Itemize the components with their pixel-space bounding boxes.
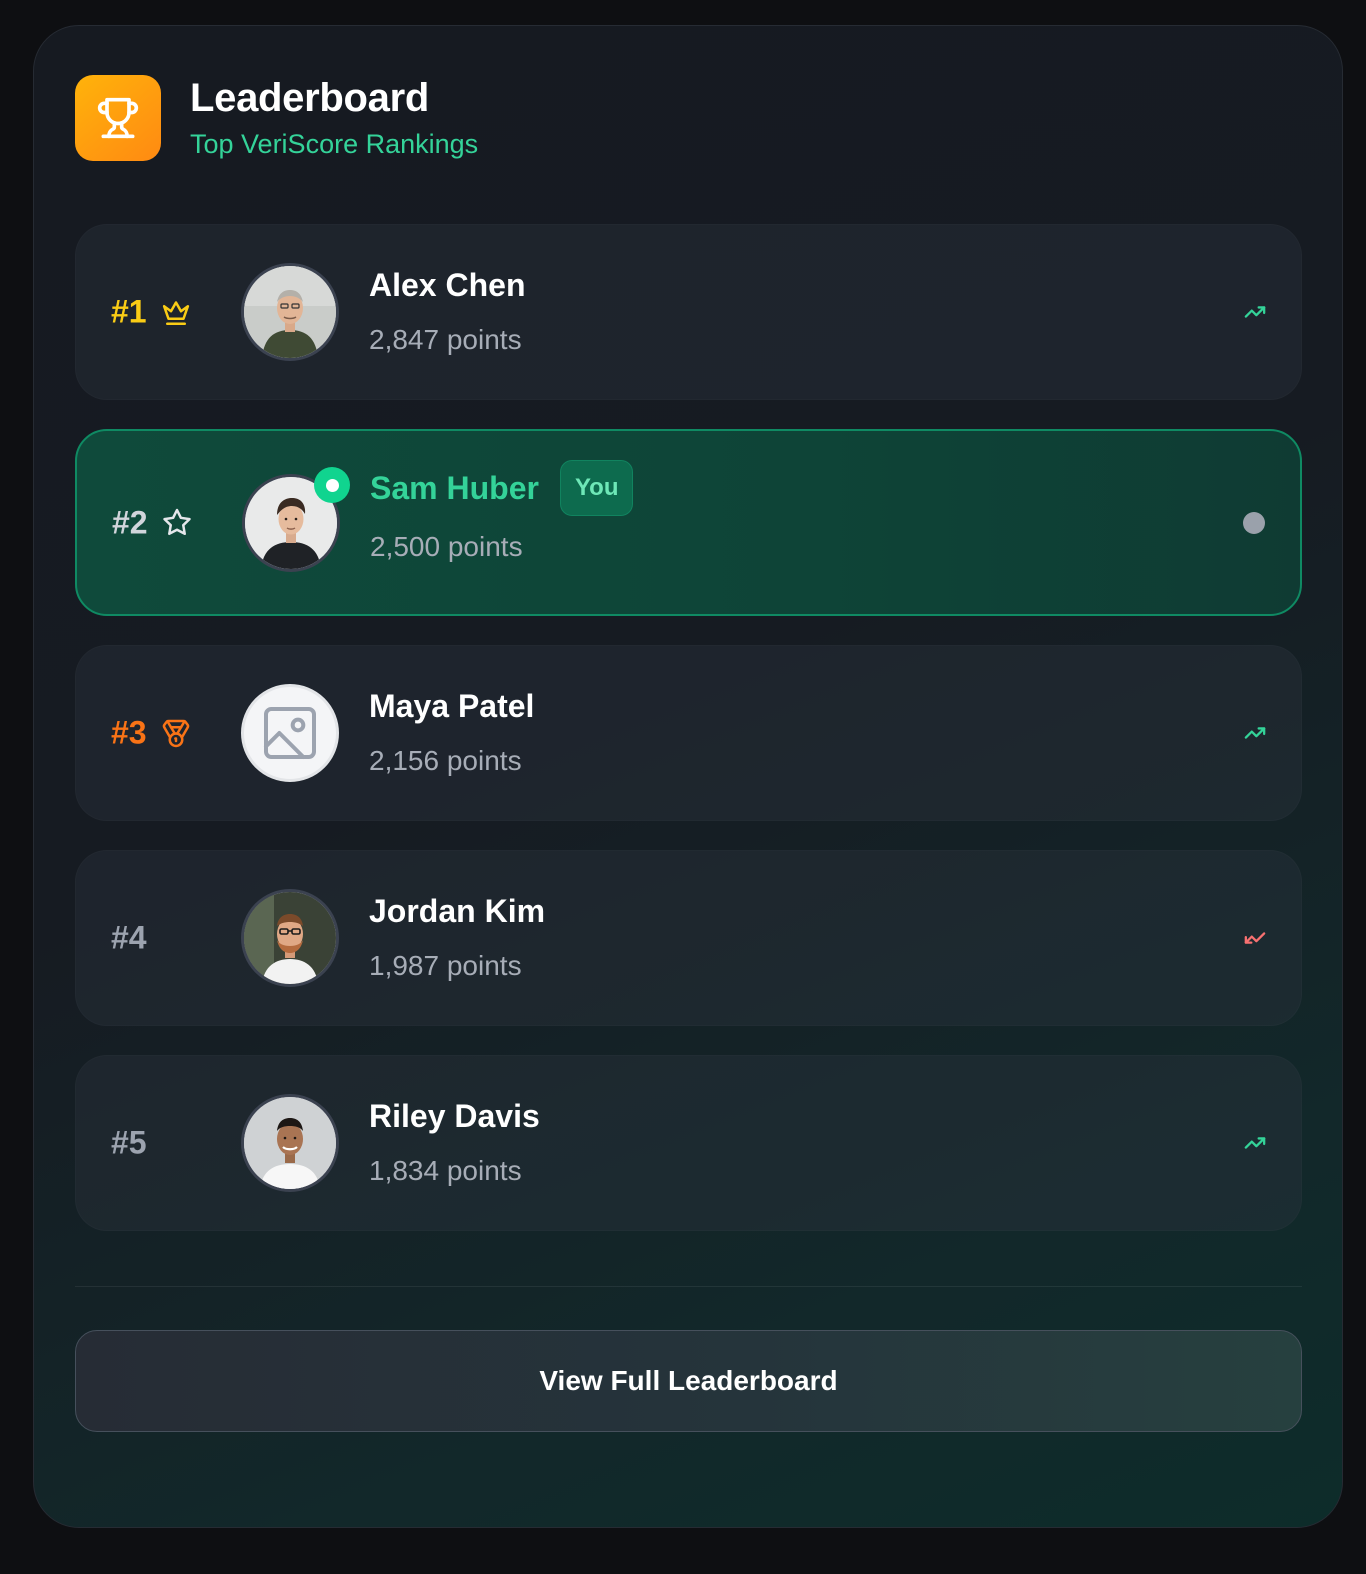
image-placeholder-icon [241, 684, 339, 782]
avatar [241, 889, 339, 987]
player-name: Jordan Kim [369, 893, 546, 929]
leaderboard-card: Leaderboard Top VeriScore Rankings #1 Al… [33, 25, 1343, 1528]
player-name: Sam Huber [370, 470, 539, 506]
trending-down-icon [1244, 927, 1266, 949]
page-subtitle: Top VeriScore Rankings [190, 129, 479, 159]
leaderboard-row-5[interactable]: #5 Riley Davis 1,834 points [75, 1055, 1302, 1231]
trending-up-icon [1244, 1132, 1266, 1154]
player-name: Riley Davis [369, 1098, 540, 1134]
medal-icon [161, 718, 191, 748]
rank-label: #2 [112, 504, 148, 540]
leaderboard-row-3[interactable]: #3 Maya Patel 2,156 points [75, 645, 1302, 821]
leaderboard-row-2[interactable]: #2 Sam Huber You 2,500 points [75, 429, 1302, 616]
trending-up-icon [1244, 301, 1266, 323]
rank-indicator: #5 [111, 1125, 147, 1162]
leaderboard-header: Leaderboard Top VeriScore Rankings [75, 75, 478, 161]
trending-up-icon [1244, 722, 1266, 744]
neutral-trend-icon [1243, 511, 1265, 534]
player-points: 2,156 points [369, 745, 522, 776]
avatar [241, 1094, 339, 1192]
crown-icon [161, 297, 191, 327]
leaderboard-list: #1 Alex Chen 2,847 points #2 Sam Huber Y… [75, 224, 1302, 1260]
player-points: 1,834 points [369, 1155, 522, 1186]
player-name: Alex Chen [369, 267, 526, 303]
rank-indicator: #4 [111, 920, 147, 957]
player-points: 1,987 points [369, 950, 522, 981]
rank-indicator: #1 [111, 294, 191, 331]
rank-label: #5 [111, 1124, 147, 1161]
rank-indicator: #3 [111, 715, 191, 752]
rank-label: #4 [111, 919, 147, 956]
divider [75, 1286, 1302, 1287]
star-icon [162, 508, 192, 538]
avatar [241, 263, 339, 361]
rank-label: #3 [111, 714, 147, 751]
you-badge: You [559, 460, 634, 516]
trophy-icon [75, 75, 161, 161]
page-title: Leaderboard [190, 76, 429, 120]
player-name: Maya Patel [369, 688, 535, 724]
leaderboard-row-1[interactable]: #1 Alex Chen 2,847 points [75, 224, 1302, 400]
player-points: 2,847 points [369, 324, 522, 355]
leaderboard-row-4[interactable]: #4 Jordan Kim 1,987 points [75, 850, 1302, 1026]
view-full-leaderboard-button[interactable]: View Full Leaderboard [75, 1330, 1302, 1432]
player-points: 2,500 points [370, 531, 523, 562]
online-status-indicator [314, 467, 350, 503]
rank-label: #1 [111, 293, 147, 330]
rank-indicator: #2 [112, 504, 192, 541]
